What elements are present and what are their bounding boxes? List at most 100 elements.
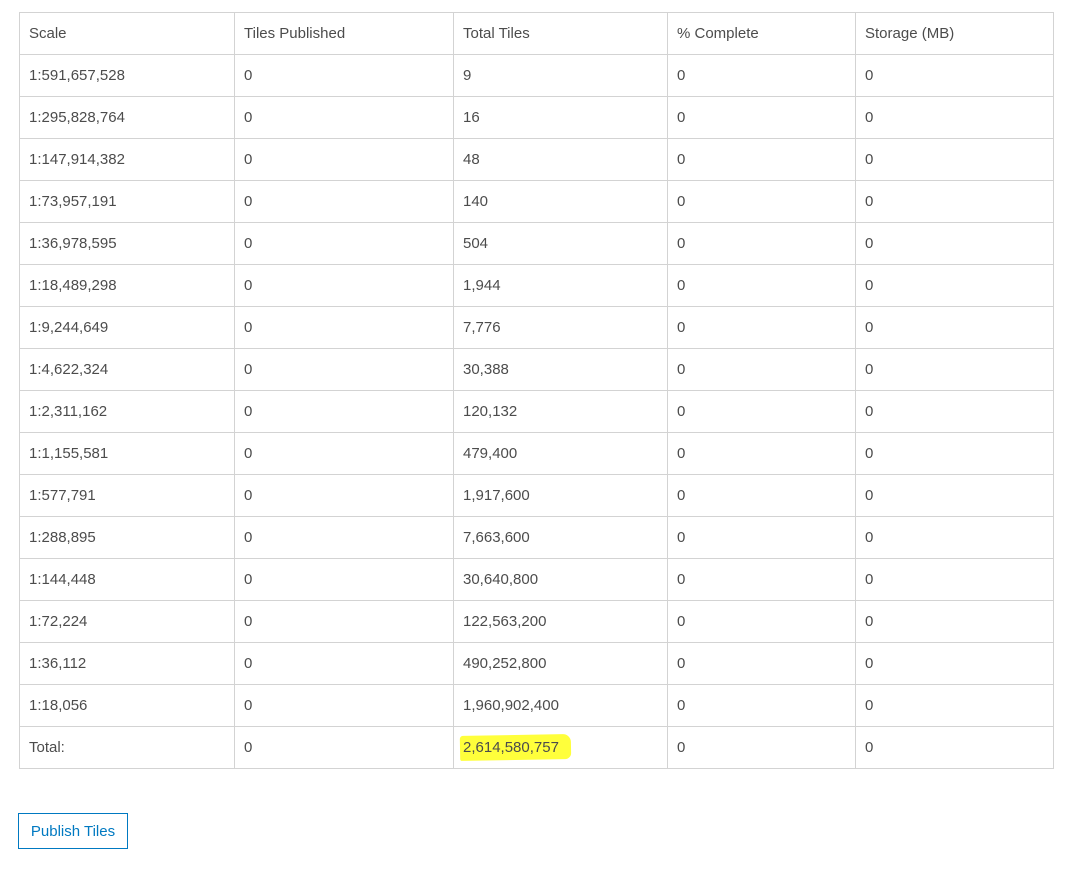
tiles-published-cell: 0 — [234, 642, 454, 685]
scale-cell: 1:36,978,595 — [19, 222, 235, 265]
table-row: 1:18,489,298 0 1,944 0 0 — [19, 264, 1054, 307]
header-total-tiles: Total Tiles — [453, 12, 668, 55]
total-tiles-cell: 48 — [453, 138, 668, 181]
total-tiles-cell: 490,252,800 — [453, 642, 668, 685]
table-row: 1:2,311,162 0 120,132 0 0 — [19, 390, 1054, 433]
storage-mb-cell: 0 — [855, 474, 1054, 517]
table-row: 1:9,244,649 0 7,776 0 0 — [19, 306, 1054, 349]
total-label: Total: — [19, 726, 235, 769]
tiles-published-cell: 0 — [234, 54, 454, 97]
total-row: Total: 0 2,614,580,757 0 0 — [19, 726, 1054, 769]
tiles-published-cell: 0 — [234, 390, 454, 433]
table-row: 1:4,622,324 0 30,388 0 0 — [19, 348, 1054, 391]
total-tiles-cell: 16 — [453, 96, 668, 139]
total-tiles-cell: 1,960,902,400 — [453, 684, 668, 727]
total-tiles-cell: 120,132 — [453, 390, 668, 433]
scale-cell: 1:577,791 — [19, 474, 235, 517]
total-tiles-cell: 504 — [453, 222, 668, 265]
table-row: 1:591,657,528 0 9 0 0 — [19, 54, 1054, 97]
tiles-published-cell: 0 — [234, 432, 454, 475]
percent-complete-cell: 0 — [667, 222, 856, 265]
storage-mb-cell: 0 — [855, 222, 1054, 265]
storage-mb-cell: 0 — [855, 138, 1054, 181]
storage-mb-cell: 0 — [855, 306, 1054, 349]
tiles-published-cell: 0 — [234, 138, 454, 181]
total-tiles-cell: 9 — [453, 54, 668, 97]
scale-cell: 1:18,489,298 — [19, 264, 235, 307]
storage-mb-cell: 0 — [855, 558, 1054, 601]
percent-complete-cell: 0 — [667, 474, 856, 517]
scale-cell: 1:2,311,162 — [19, 390, 235, 433]
scale-cell: 1:72,224 — [19, 600, 235, 643]
percent-complete-cell: 0 — [667, 264, 856, 307]
percent-complete-cell: 0 — [667, 306, 856, 349]
storage-mb-cell: 0 — [855, 432, 1054, 475]
tiles-published-cell: 0 — [234, 684, 454, 727]
percent-complete-cell: 0 — [667, 558, 856, 601]
tiles-published-cell: 0 — [234, 96, 454, 139]
storage-mb-cell: 0 — [855, 642, 1054, 685]
total-tiles-highlight: 2,614,580,757 — [461, 738, 561, 757]
table-body: 1:591,657,528 0 9 0 0 1:295,828,764 0 16 0 0 1:147… — [19, 54, 1054, 727]
percent-complete-cell: 0 — [667, 54, 856, 97]
tiles-published-cell: 0 — [234, 264, 454, 307]
table-row: 1:73,957,191 0 140 0 0 — [19, 180, 1054, 223]
scale-cell: 1:73,957,191 — [19, 180, 235, 223]
total-tiles-value: 2,614,580,757 — [463, 739, 559, 756]
storage-mb-cell: 0 — [855, 96, 1054, 139]
publish-tiles-button[interactable]: Publish Tiles — [18, 813, 128, 849]
percent-complete-cell: 0 — [667, 684, 856, 727]
table-row: 1:72,224 0 122,563,200 0 0 — [19, 600, 1054, 643]
scale-cell: 1:36,112 — [19, 642, 235, 685]
total-storage-mb: 0 — [855, 726, 1054, 769]
scale-cell: 1:1,155,581 — [19, 432, 235, 475]
percent-complete-cell: 0 — [667, 390, 856, 433]
total-tiles-cell: 7,776 — [453, 306, 668, 349]
table-row: 1:288,895 0 7,663,600 0 0 — [19, 516, 1054, 559]
tiles-published-cell: 0 — [234, 516, 454, 559]
header-percent-complete: % Complete — [667, 12, 856, 55]
storage-mb-cell: 0 — [855, 600, 1054, 643]
percent-complete-cell: 0 — [667, 432, 856, 475]
scale-cell: 1:147,914,382 — [19, 138, 235, 181]
table-row: 1:147,914,382 0 48 0 0 — [19, 138, 1054, 181]
scale-cell: 1:288,895 — [19, 516, 235, 559]
scale-cell: 1:9,244,649 — [19, 306, 235, 349]
scale-cell: 1:591,657,528 — [19, 54, 235, 97]
header-scale: Scale — [19, 12, 235, 55]
storage-mb-cell: 0 — [855, 516, 1054, 559]
total-tiles-cell: 1,944 — [453, 264, 668, 307]
scale-cell: 1:295,828,764 — [19, 96, 235, 139]
table-row: 1:144,448 0 30,640,800 0 0 — [19, 558, 1054, 601]
storage-mb-cell: 0 — [855, 390, 1054, 433]
header-storage-mb: Storage (MB) — [855, 12, 1054, 55]
tiles-published-cell: 0 — [234, 306, 454, 349]
total-tiles-cell: 30,388 — [453, 348, 668, 391]
percent-complete-cell: 0 — [667, 642, 856, 685]
storage-mb-cell: 0 — [855, 264, 1054, 307]
scale-cell: 1:4,622,324 — [19, 348, 235, 391]
total-tiles-cell: 7,663,600 — [453, 516, 668, 559]
percent-complete-cell: 0 — [667, 138, 856, 181]
table-row: 1:18,056 0 1,960,902,400 0 0 — [19, 684, 1054, 727]
scale-cell: 1:18,056 — [19, 684, 235, 727]
percent-complete-cell: 0 — [667, 600, 856, 643]
total-tiles-published: 0 — [234, 726, 454, 769]
total-percent-complete: 0 — [667, 726, 856, 769]
total-tiles-cell: 2,614,580,757 — [453, 726, 668, 769]
tiles-published-cell: 0 — [234, 348, 454, 391]
tiles-published-cell: 0 — [234, 180, 454, 223]
table-header-row: Scale Tiles Published Total Tiles % Comp… — [19, 12, 1054, 55]
header-tiles-published: Tiles Published — [234, 12, 454, 55]
storage-mb-cell: 0 — [855, 54, 1054, 97]
storage-mb-cell: 0 — [855, 348, 1054, 391]
percent-complete-cell: 0 — [667, 180, 856, 223]
total-tiles-cell: 122,563,200 — [453, 600, 668, 643]
percent-complete-cell: 0 — [667, 96, 856, 139]
table-row: 1:36,978,595 0 504 0 0 — [19, 222, 1054, 265]
table-row: 1:577,791 0 1,917,600 0 0 — [19, 474, 1054, 517]
tiles-published-cell: 0 — [234, 474, 454, 517]
total-tiles-cell: 479,400 — [453, 432, 668, 475]
total-tiles-cell: 1,917,600 — [453, 474, 668, 517]
tiles-published-cell: 0 — [234, 558, 454, 601]
